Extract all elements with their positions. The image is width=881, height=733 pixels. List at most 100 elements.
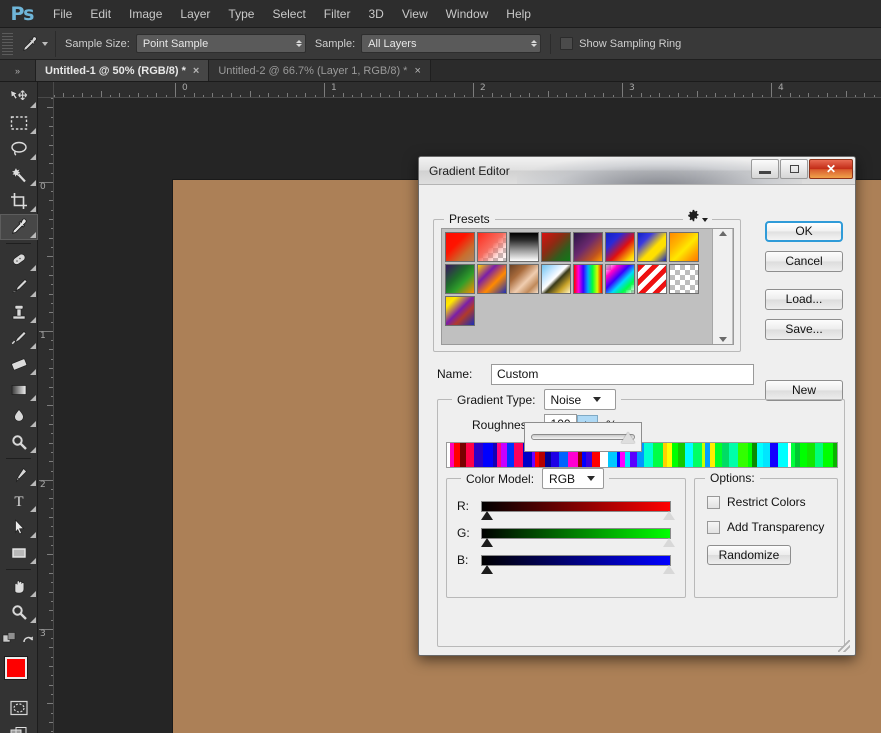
screen-mode-toggle[interactable]	[0, 721, 38, 733]
noise-gradient-preview[interactable]	[446, 442, 838, 468]
channel-max-stop[interactable]	[663, 511, 675, 520]
horizontal-ruler[interactable]: 0 1 2 3 4	[54, 82, 881, 98]
cancel-button[interactable]: Cancel	[765, 251, 843, 272]
restrict-colors-checkbox[interactable]	[707, 495, 720, 509]
ruler-origin-corner[interactable]	[38, 82, 54, 98]
sample-select[interactable]: All Layers	[361, 34, 542, 53]
preset-swatch-black-white[interactable]	[509, 232, 539, 262]
color-model-select[interactable]: RGB	[542, 468, 605, 489]
pen-tool[interactable]	[0, 462, 38, 488]
crop-tool[interactable]	[0, 188, 38, 214]
chevron-double-right-icon[interactable]: »	[0, 60, 36, 81]
presets-scrollbar[interactable]	[712, 229, 732, 344]
color-swatches[interactable]	[0, 655, 39, 695]
rectangular-marquee-tool[interactable]	[0, 110, 38, 136]
preset-swatch-copper[interactable]	[509, 264, 539, 294]
zoom-tool[interactable]	[0, 599, 38, 625]
move-tool[interactable]	[0, 84, 38, 110]
add-transparency-row[interactable]: Add Transparency	[707, 520, 837, 534]
menu-type[interactable]: Type	[219, 3, 263, 25]
preset-swatch-orange-yellow-orange[interactable]	[669, 232, 699, 262]
preset-swatch-blue-red-yellow[interactable]	[605, 232, 635, 262]
menu-3d[interactable]: 3D	[359, 3, 392, 25]
quick-mask-mode-toggle[interactable]	[0, 695, 38, 721]
preset-swatch-neutral-density[interactable]	[669, 264, 699, 294]
channel-gradient-bar[interactable]	[481, 527, 671, 539]
preset-swatch-violet-orange[interactable]	[573, 232, 603, 262]
menu-view[interactable]: View	[393, 3, 437, 25]
channel-min-stop[interactable]	[481, 511, 493, 520]
roughness-slider-track[interactable]	[531, 434, 635, 440]
document-tab-untitled-1[interactable]: Untitled-1 @ 50% (RGB/8) * ×	[36, 60, 210, 81]
channel-gradient-bar[interactable]	[481, 554, 671, 566]
preset-swatch-chrome[interactable]	[541, 264, 571, 294]
preset-swatch-blue-yellow-blue[interactable]	[637, 232, 667, 262]
presets-list[interactable]	[441, 228, 734, 345]
type-tool[interactable]: T	[0, 488, 38, 514]
load-button[interactable]: Load...	[765, 289, 843, 310]
stepper-arrows-icon[interactable]	[531, 40, 538, 47]
menu-edit[interactable]: Edit	[81, 3, 120, 25]
close-icon[interactable]: ×	[193, 65, 199, 77]
preset-swatch-violet-green-orange[interactable]	[445, 264, 475, 294]
menu-layer[interactable]: Layer	[171, 3, 219, 25]
gradient-tool[interactable]	[0, 377, 38, 403]
scroll-down-arrow-icon[interactable]	[718, 337, 727, 342]
sample-size-select[interactable]: Point Sample	[135, 34, 306, 53]
maximize-button[interactable]	[780, 159, 808, 179]
menu-select[interactable]: Select	[263, 3, 314, 25]
path-selection-tool[interactable]	[0, 514, 38, 540]
presets-menu-button[interactable]	[683, 209, 712, 222]
roughness-slider-thumb[interactable]	[621, 432, 635, 443]
gradient-name-input[interactable]: Custom	[491, 363, 754, 385]
channel-gradient-bar[interactable]	[481, 500, 671, 512]
preset-swatch-transparent-stripes[interactable]	[637, 264, 667, 294]
preset-swatch-spectrum[interactable]	[573, 264, 603, 294]
history-brush-tool[interactable]	[0, 325, 38, 351]
brush-tool[interactable]	[0, 273, 38, 299]
edit-in-quick-mask-shortcut[interactable]	[0, 625, 38, 651]
lasso-tool[interactable]	[0, 136, 38, 162]
rectangle-tool[interactable]	[0, 540, 38, 566]
preset-swatch-red-green[interactable]	[541, 232, 571, 262]
minimize-button[interactable]	[751, 159, 779, 179]
ok-button[interactable]: OK	[765, 221, 843, 242]
menu-window[interactable]: Window	[437, 3, 498, 25]
gradient-type-select[interactable]: Noise	[543, 389, 616, 410]
dialog-title-bar[interactable]: Gradient Editor ✕	[419, 157, 855, 185]
menu-help[interactable]: Help	[497, 3, 540, 25]
document-tab-untitled-2[interactable]: Untitled-2 @ 66.7% (Layer 1, RGB/8) * ×	[209, 60, 431, 81]
hand-tool[interactable]	[0, 573, 38, 599]
menu-file[interactable]: File	[44, 3, 81, 25]
channel-min-stop[interactable]	[481, 538, 493, 547]
show-sampling-ring-checkbox[interactable]	[560, 37, 574, 50]
dialog-resize-grip[interactable]	[838, 640, 850, 652]
magic-wand-tool[interactable]	[0, 162, 38, 188]
channel-max-stop[interactable]	[663, 565, 675, 574]
chevron-down-icon[interactable]	[42, 41, 48, 46]
foreground-color-swatch[interactable]	[4, 656, 28, 680]
menu-image[interactable]: Image	[120, 3, 171, 25]
save-button[interactable]: Save...	[765, 319, 843, 340]
eraser-tool[interactable]	[0, 351, 38, 377]
dodge-tool[interactable]	[0, 429, 38, 455]
preset-swatch-yellow-violet-orange-blue[interactable]	[477, 264, 507, 294]
stepper-arrows-icon[interactable]	[295, 40, 302, 47]
scroll-up-arrow-icon[interactable]	[718, 231, 727, 236]
close-button[interactable]: ✕	[809, 159, 853, 179]
roughness-slider-popup[interactable]	[524, 422, 642, 452]
add-transparency-checkbox[interactable]	[707, 520, 720, 534]
tool-preset-picker[interactable]	[13, 30, 56, 57]
randomize-button[interactable]: Randomize	[707, 545, 791, 565]
spot-healing-brush-tool[interactable]	[0, 247, 38, 273]
channel-max-stop[interactable]	[663, 538, 675, 547]
vertical-ruler[interactable]: 0 1 2 3	[38, 98, 54, 733]
eyedropper-tool[interactable]	[0, 214, 38, 240]
restrict-colors-row[interactable]: Restrict Colors	[707, 495, 837, 509]
close-icon[interactable]: ×	[414, 65, 420, 77]
preset-swatch-foreground-to-transparent[interactable]	[477, 232, 507, 262]
blur-tool[interactable]	[0, 403, 38, 429]
preset-swatch-foreground-to-background[interactable]	[445, 232, 475, 262]
options-bar-grip[interactable]	[2, 32, 13, 55]
menu-filter[interactable]: Filter	[315, 3, 360, 25]
